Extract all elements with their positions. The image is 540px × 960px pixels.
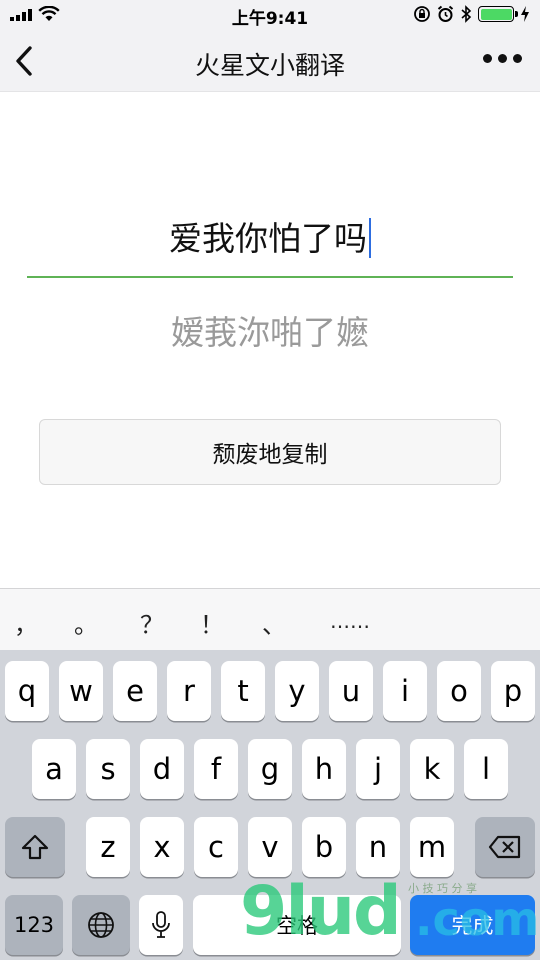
key-c[interactable]: c bbox=[194, 817, 238, 877]
key-v[interactable]: v bbox=[248, 817, 292, 877]
key-f[interactable]: f bbox=[194, 739, 238, 799]
key-d[interactable]: d bbox=[140, 739, 184, 799]
punct-key-exclaim[interactable]: ！ bbox=[200, 605, 224, 640]
copy-button[interactable]: 颓废地复制 bbox=[39, 419, 501, 485]
key-g[interactable]: g bbox=[248, 739, 292, 799]
key-j[interactable]: j bbox=[356, 739, 400, 799]
key-a[interactable]: a bbox=[32, 739, 76, 799]
input-value: 爱我你怕了吗 bbox=[169, 219, 367, 258]
key-m[interactable]: m bbox=[410, 817, 454, 877]
shift-key[interactable] bbox=[5, 817, 65, 877]
alarm-icon bbox=[437, 5, 454, 22]
punct-key-period[interactable]: 。 bbox=[74, 605, 98, 640]
input-text-row: 爱我你怕了吗 bbox=[27, 212, 513, 260]
key-r[interactable]: r bbox=[167, 661, 211, 721]
status-bar: 上午9:41 bbox=[0, 0, 540, 30]
key-q[interactable]: q bbox=[5, 661, 49, 721]
key-x[interactable]: x bbox=[140, 817, 184, 877]
keyboard: q w e r t y u i o p a s d f g h j k l z … bbox=[0, 650, 540, 960]
key-z[interactable]: z bbox=[86, 817, 130, 877]
key-t[interactable]: t bbox=[221, 661, 265, 721]
punct-key-question[interactable]: ？ bbox=[140, 605, 164, 640]
microphone-icon bbox=[152, 911, 170, 938]
text-input-field[interactable]: 爱我你怕了吗 bbox=[27, 196, 513, 278]
microphone-key[interactable] bbox=[139, 895, 183, 955]
punctuation-bar: ， 。 ？ ！ 、 …… bbox=[0, 588, 540, 650]
charging-icon bbox=[521, 6, 529, 22]
key-h[interactable]: h bbox=[302, 739, 346, 799]
bluetooth-icon bbox=[461, 5, 472, 23]
key-b[interactable]: b bbox=[302, 817, 346, 877]
key-s[interactable]: s bbox=[86, 739, 130, 799]
numbers-key[interactable]: 123 bbox=[5, 895, 63, 955]
key-u[interactable]: u bbox=[329, 661, 373, 721]
key-k[interactable]: k bbox=[410, 739, 454, 799]
punct-key-enum-comma[interactable]: 、 bbox=[262, 605, 286, 640]
done-key[interactable]: 完成 bbox=[410, 895, 535, 955]
text-caret bbox=[369, 218, 371, 258]
key-p[interactable]: p bbox=[491, 661, 535, 721]
battery-icon bbox=[478, 6, 518, 22]
shift-arrow-icon bbox=[21, 834, 49, 860]
translation-output: 嫒莪沵啪了嬷 bbox=[171, 313, 369, 352]
punct-key-ellipsis[interactable]: …… bbox=[330, 609, 370, 633]
more-options-icon[interactable] bbox=[483, 54, 522, 63]
space-key[interactable]: 空格 bbox=[193, 895, 401, 955]
key-l[interactable]: l bbox=[464, 739, 508, 799]
key-w[interactable]: w bbox=[59, 661, 103, 721]
key-n[interactable]: n bbox=[356, 817, 400, 877]
globe-key[interactable] bbox=[72, 895, 130, 955]
nav-bar: 火星文小翻译 bbox=[0, 30, 540, 92]
globe-icon bbox=[88, 912, 114, 938]
key-y[interactable]: y bbox=[275, 661, 319, 721]
backspace-icon bbox=[488, 835, 521, 859]
punct-key-comma[interactable]: ， bbox=[14, 605, 38, 640]
key-e[interactable]: e bbox=[113, 661, 157, 721]
backspace-key[interactable] bbox=[475, 817, 535, 877]
key-i[interactable]: i bbox=[383, 661, 427, 721]
page-title: 火星文小翻译 bbox=[194, 51, 345, 80]
key-o[interactable]: o bbox=[437, 661, 481, 721]
orientation-lock-icon bbox=[414, 6, 430, 22]
